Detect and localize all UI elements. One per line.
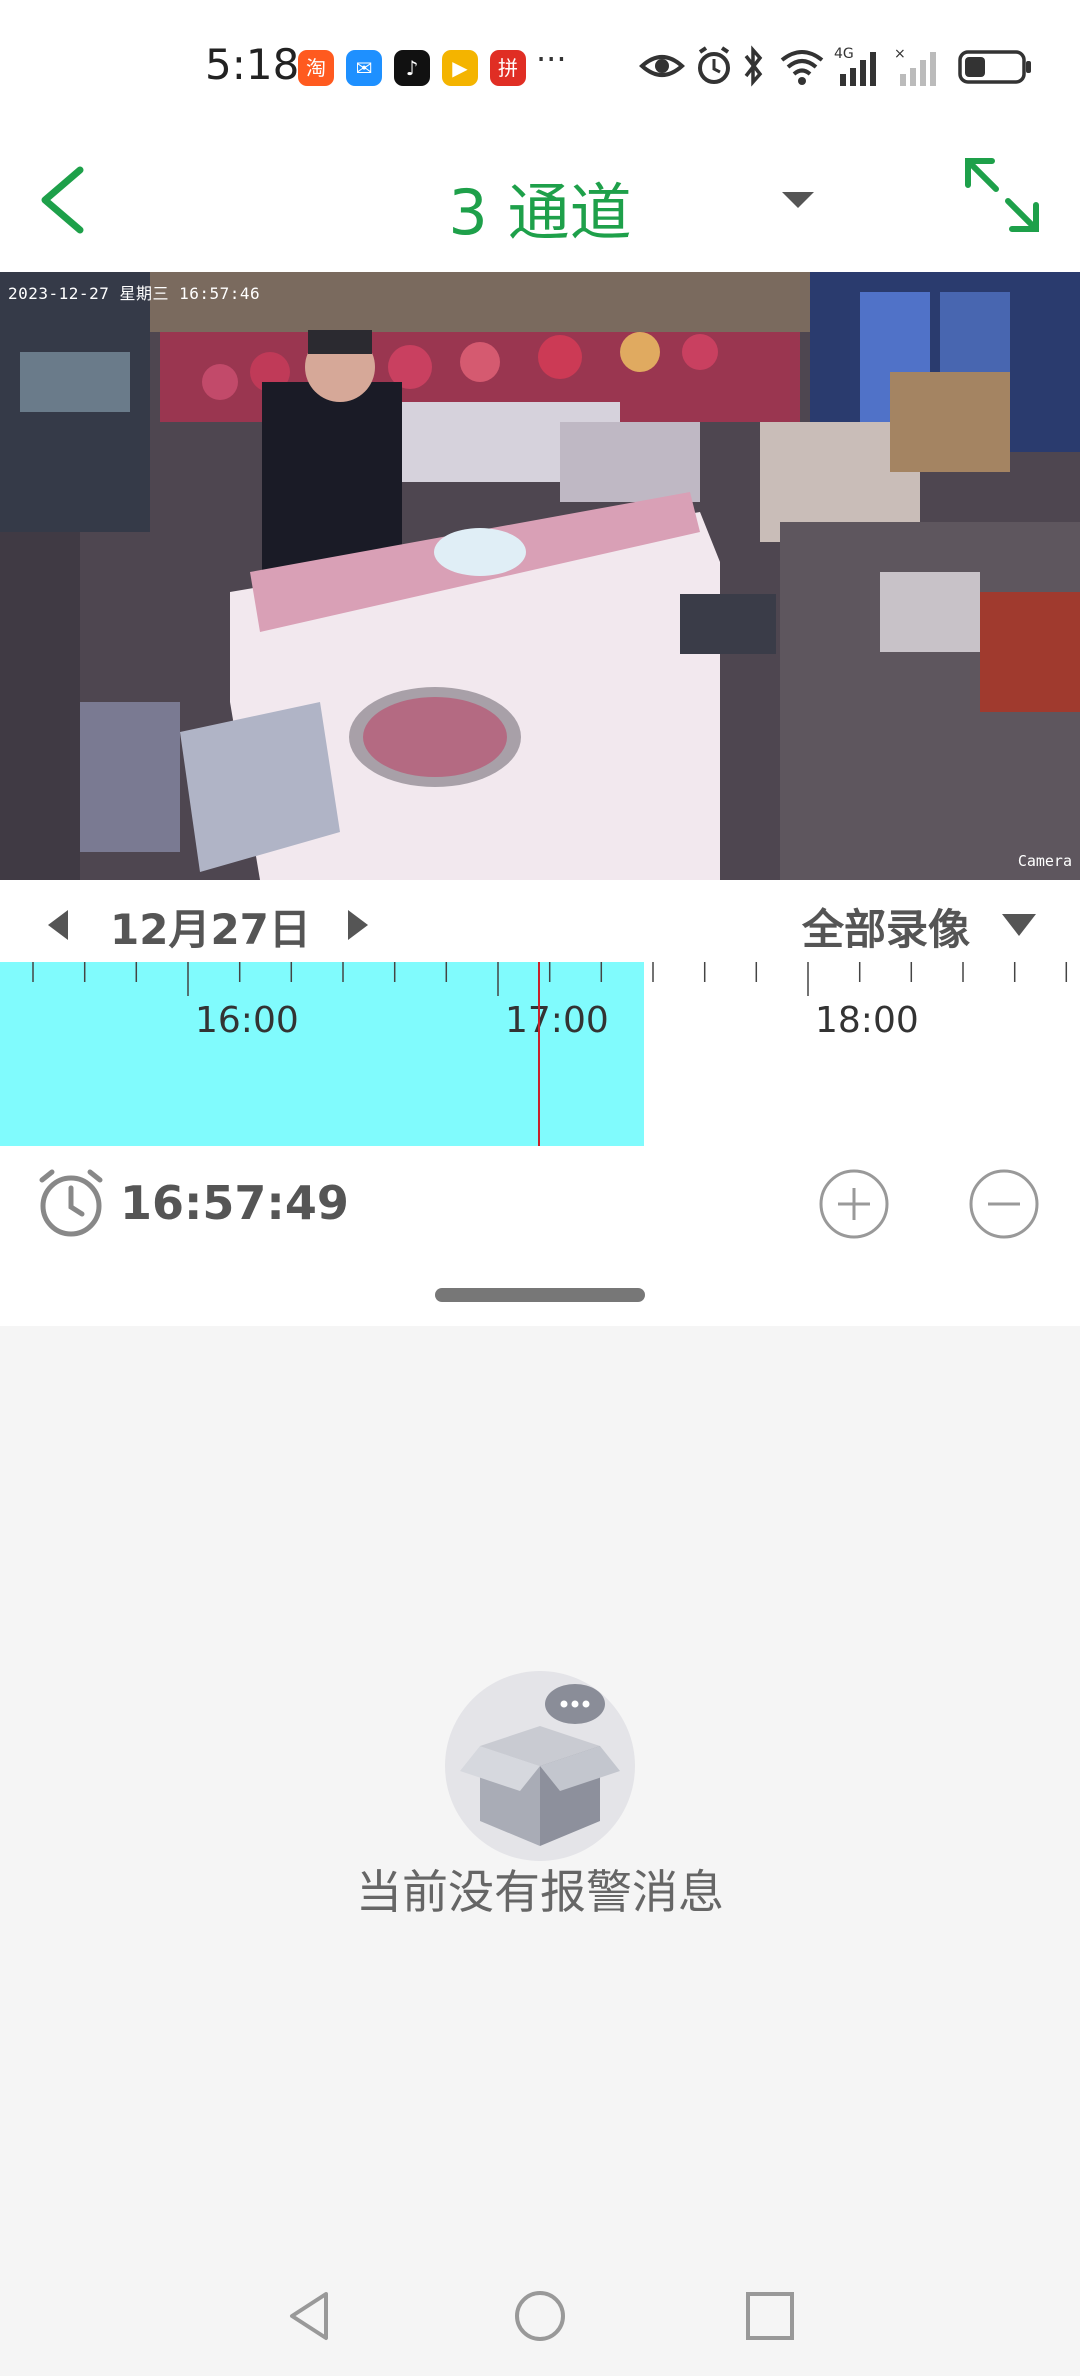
time-row: 16:57:49 [0,1146,1080,1266]
nav-home-button[interactable] [510,2286,570,2346]
zoom-out-button[interactable] [968,1168,1040,1240]
store-app-icon: ▶ [442,50,478,86]
alarm-clock-icon [39,1169,103,1237]
system-nav-bar [0,2256,1080,2376]
status-time: 5:18 [205,40,300,89]
tiktok-app-icon: ♪ [394,50,430,86]
timeline-ticks [32,962,1068,996]
timeline-label-16: 16:00 [195,1000,299,1041]
fullscreen-button[interactable] [962,155,1042,235]
bluetooth-icon [744,45,763,87]
status-bar: 5:18 淘 ✉ ♪ ▶ 拼 ··· 4G × [0,0,1080,130]
signal-no-service-icon: × [894,46,936,86]
previous-day-button[interactable] [44,908,72,942]
playback-timeline[interactable]: 16:00 17:00 18:00 [0,962,1080,1146]
drag-handle[interactable] [435,1288,645,1302]
more-notifications-icon: ··· [536,40,567,78]
date-row: 12月27日 全部录像 [0,880,1080,960]
svg-text:4G: 4G [834,46,854,62]
battery-icon [958,50,1031,84]
channel-title[interactable]: 3 通道 [0,162,1080,252]
pinduoduo-app-icon: 拼 [490,50,526,86]
signal-4g-icon: 4G [834,46,876,86]
empty-state-message: 当前没有报警消息 [356,1865,724,1919]
alarm-status-icon [698,46,730,84]
empty-box-icon [445,1671,635,1861]
recording-filter-select[interactable]: 全部录像 [802,896,970,957]
chevron-down-icon[interactable] [778,188,818,212]
date-label[interactable]: 12月27日 [110,896,311,957]
next-day-button[interactable] [344,908,372,942]
nav-back-button[interactable] [280,2286,340,2346]
nav-recents-button[interactable] [740,2286,800,2346]
eye-icon [639,55,685,77]
zoom-in-button[interactable] [818,1168,890,1240]
video-player[interactable]: 2023-12-27 星期三 16:57:46 Camera [0,272,1080,880]
wifi-icon [780,50,824,85]
message-app-icon: ✉ [346,50,382,86]
taobao-app-icon: 淘 [298,50,334,86]
timeline-cursor[interactable] [538,962,540,1146]
svg-text:×: × [894,46,906,62]
header: 3 通道 [0,130,1080,272]
alarm-messages-panel: 当前没有报警消息 [0,1326,1080,2256]
timeline-label-17: 17:00 [505,1000,609,1041]
current-playback-time: 16:57:49 [120,1176,349,1230]
camera-label: Camera [1017,852,1072,870]
timeline-label-18: 18:00 [815,1000,919,1041]
camera-feed-image [0,272,1080,880]
video-timestamp-overlay: 2023-12-27 星期三 16:57:46 [8,284,261,303]
filter-chevron-down-icon[interactable] [1000,912,1038,938]
